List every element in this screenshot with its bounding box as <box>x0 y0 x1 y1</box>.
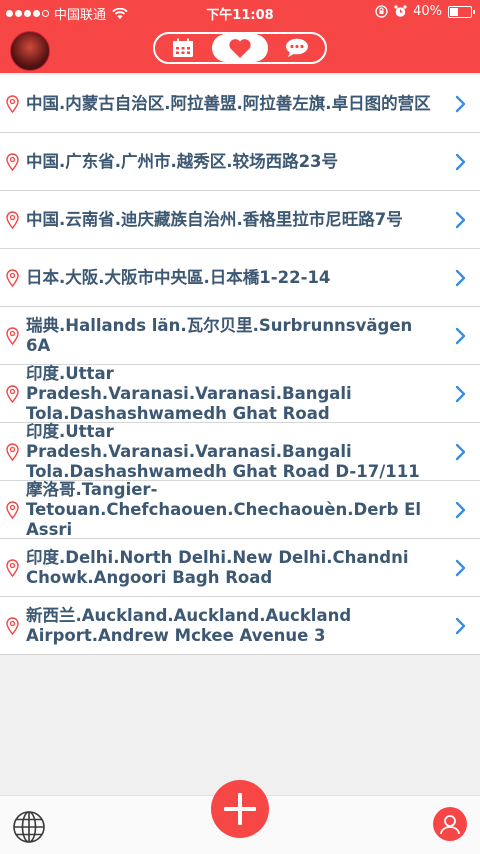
user-icon <box>440 815 460 835</box>
location-pin-icon <box>6 558 19 577</box>
location-row[interactable]: 印度.Uttar Pradesh.Varanasi.Varanasi.Banga… <box>0 363 480 423</box>
location-row[interactable]: 印度.Delhi.North Delhi.New Delhi.Chandni C… <box>0 539 480 597</box>
location-pin-icon <box>6 326 19 345</box>
location-row[interactable]: 新西兰.Auckland.Auckland.Auckland Airport.A… <box>0 597 480 655</box>
battery-percent: 40% <box>413 4 442 19</box>
location-pin-icon <box>6 152 19 171</box>
location-address: 日本.大阪.大阪市中央區.日本橋1-22-14 <box>26 267 331 287</box>
location-pin-icon <box>6 442 19 461</box>
chevron-right-icon <box>455 95 466 112</box>
tab-calendar[interactable] <box>155 34 212 62</box>
chevron-right-icon <box>455 327 466 344</box>
add-button[interactable] <box>211 780 269 838</box>
chevron-right-icon <box>455 211 466 228</box>
location-pin-icon <box>6 268 19 287</box>
chevron-right-icon <box>455 385 466 402</box>
location-address: 中国.云南省.迪庆藏族自治州.香格里拉市尼旺路7号 <box>26 209 403 229</box>
chevron-right-icon <box>455 443 466 460</box>
location-pin-icon <box>6 616 19 635</box>
profile-avatar[interactable] <box>10 31 50 71</box>
location-row[interactable]: 印度.Uttar Pradesh.Varanasi.Varanasi.Banga… <box>0 421 480 481</box>
location-address: 中国.内蒙古自治区.阿拉善盟.阿拉善左旗.卓日图的营区 <box>26 93 431 113</box>
location-row[interactable]: 中国.云南省.迪庆藏族自治州.香格里拉市尼旺路7号 <box>0 191 480 249</box>
chevron-right-icon <box>455 617 466 634</box>
tab-favorites[interactable] <box>211 34 269 62</box>
location-pin-icon <box>6 384 19 403</box>
tab-switcher <box>153 32 327 64</box>
location-pin-icon <box>6 500 19 519</box>
plus-icon <box>224 793 256 825</box>
location-row[interactable]: 日本.大阪.大阪市中央區.日本橋1-22-14 <box>0 249 480 307</box>
location-row[interactable]: 摩洛哥.Tangier-Tetouan.Chefchaouen.Chechaou… <box>0 479 480 539</box>
calendar-icon <box>173 38 194 57</box>
location-address: 中国.广东省.广州市.越秀区.较场西路23号 <box>26 151 339 171</box>
location-list: 中国.内蒙古自治区.阿拉善盟.阿拉善左旗.卓日图的营区 中国.广东省.广州市.越秀… <box>0 75 480 655</box>
globe-icon[interactable] <box>12 810 46 844</box>
chevron-right-icon <box>455 153 466 170</box>
location-address: 印度.Uttar Pradesh.Varanasi.Varanasi.Banga… <box>26 421 420 481</box>
heart-icon <box>229 38 251 58</box>
location-row[interactable]: 瑞典.Hallands län.瓦尔贝里.Surbrunnsvägen 6A <box>0 307 480 365</box>
user-profile-button[interactable] <box>433 807 467 841</box>
status-bar: 中国联通 下午11:08 40% <box>0 0 480 24</box>
chat-bubble-icon <box>285 38 308 57</box>
battery-icon <box>448 5 475 18</box>
location-pin-icon <box>6 210 19 229</box>
header-bar: 中国联通 下午11:08 40% <box>0 0 480 73</box>
chevron-right-icon <box>455 269 466 286</box>
rotation-lock-icon <box>375 5 388 18</box>
tab-messages[interactable] <box>268 34 325 62</box>
battery-level <box>450 7 458 16</box>
location-pin-icon <box>6 94 19 113</box>
location-row[interactable]: 中国.广东省.广州市.越秀区.较场西路23号 <box>0 133 480 191</box>
alarm-icon <box>394 5 407 17</box>
chevron-right-icon <box>455 559 466 576</box>
location-address: 新西兰.Auckland.Auckland.Auckland Airport.A… <box>26 605 352 645</box>
location-address: 摩洛哥.Tangier-Tetouan.Chefchaouen.Chechaou… <box>26 479 422 539</box>
location-row[interactable]: 中国.内蒙古自治区.阿拉善盟.阿拉善左旗.卓日图的营区 <box>0 75 480 133</box>
location-address: 印度.Delhi.North Delhi.New Delhi.Chandni C… <box>26 547 409 587</box>
location-address: 印度.Uttar Pradesh.Varanasi.Varanasi.Banga… <box>26 363 352 423</box>
chevron-right-icon <box>455 501 466 518</box>
location-address: 瑞典.Hallands län.瓦尔贝里.Surbrunnsvägen 6A <box>26 315 413 355</box>
